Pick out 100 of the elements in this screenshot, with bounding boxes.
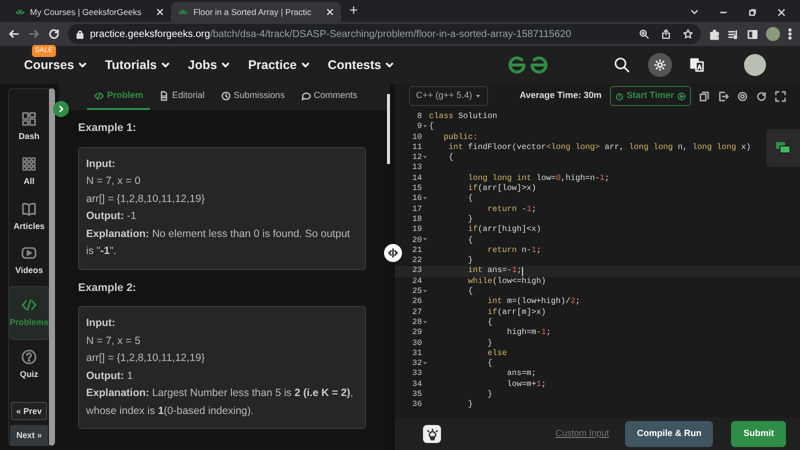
- fold-icon[interactable]: [423, 124, 428, 128]
- line-number: 27: [412, 308, 422, 318]
- sidebar-item[interactable]: Dash: [9, 107, 50, 147]
- document-icon: [159, 91, 170, 101]
- line-number: 16: [412, 194, 422, 205]
- star-icon[interactable]: [683, 29, 693, 39]
- fold-icon[interactable]: [423, 320, 428, 324]
- chat-button[interactable]: [766, 129, 800, 167]
- submit-button[interactable]: Submit: [731, 421, 786, 447]
- input-line: arr[] = {1,2,8,10,11,12,19}: [86, 351, 206, 366]
- nav-menu-item[interactable]: Courses: [24, 56, 88, 74]
- back-icon[interactable]: [8, 28, 20, 40]
- zoom-icon[interactable]: [639, 29, 649, 39]
- dashboard-icon: [21, 111, 38, 127]
- scrollbar[interactable]: [387, 94, 390, 164]
- compile-run-button[interactable]: Compile & Run: [624, 421, 714, 447]
- media-queue-icon[interactable]: [728, 28, 739, 40]
- resize-handle[interactable]: [384, 244, 402, 262]
- code-line: long long int low=0,high=n-1;: [467, 174, 610, 184]
- line-number: 19: [412, 225, 422, 236]
- input-label: Input:: [86, 316, 116, 331]
- line-number: 29: [412, 328, 422, 339]
- restore-icon[interactable]: [748, 8, 757, 17]
- browser-tab[interactable]: My Courses | GeeksforGeeks: [8, 2, 172, 22]
- code-line: return -1;: [486, 204, 536, 215]
- nav-menu-item[interactable]: Contests: [328, 56, 394, 74]
- fold-icon[interactable]: [423, 237, 428, 242]
- logo[interactable]: [508, 55, 548, 75]
- line-number: 10: [412, 132, 422, 143]
- code-line: return n-1;: [486, 246, 542, 256]
- fold-icon[interactable]: [423, 288, 428, 293]
- resize-arrows-icon: [387, 248, 400, 258]
- fold-icon[interactable]: [423, 360, 428, 365]
- sidebar-item[interactable]: Videos: [9, 241, 50, 281]
- side-panel-icon[interactable]: [747, 28, 758, 40]
- reload-icon[interactable]: [48, 28, 60, 40]
- grid-icon: [21, 156, 38, 172]
- sidebar-item[interactable]: All: [9, 152, 50, 192]
- language-select[interactable]: C++ (g++ 5.4): [409, 86, 488, 106]
- copy-icon[interactable]: [698, 90, 710, 102]
- fold-icon[interactable]: [423, 155, 428, 160]
- sidebar-item[interactable]: Quiz: [9, 344, 50, 384]
- clock-icon: [220, 91, 231, 101]
- expand-button[interactable]: [53, 101, 69, 117]
- video-icon: [21, 245, 38, 262]
- code-line: while(low<=high): [467, 276, 546, 287]
- next-button[interactable]: Next »: [10, 425, 48, 446]
- avatar[interactable]: [744, 54, 766, 76]
- sidebar-item[interactable]: Articles: [9, 196, 50, 236]
- line-number: 32: [412, 359, 422, 370]
- new-tab-button[interactable]: +: [349, 2, 358, 20]
- translate-icon[interactable]: [690, 58, 704, 72]
- fold-icon[interactable]: [423, 196, 428, 200]
- input-line: N = 7, x = 5: [86, 334, 142, 348]
- sidebar-item[interactable]: Problems: [9, 286, 50, 340]
- puzzle-icon[interactable]: [709, 28, 720, 40]
- line-number: 34: [412, 380, 422, 390]
- code-line: public:: [442, 132, 478, 143]
- nav-menu-item[interactable]: Practice: [248, 56, 310, 74]
- code-line: {: [467, 194, 473, 205]
- example-heading: Example 1:: [78, 121, 138, 136]
- site-icon: [15, 8, 25, 16]
- refresh-icon[interactable]: [756, 90, 767, 102]
- start-timer-button[interactable]: Start Timer: [610, 86, 691, 106]
- theme-toggle[interactable]: [648, 53, 672, 77]
- close-icon[interactable]: [156, 8, 164, 16]
- close-icon[interactable]: [777, 8, 786, 17]
- avatar[interactable]: [766, 27, 780, 41]
- input-label: Input:: [86, 156, 116, 172]
- exit-icon[interactable]: [718, 90, 729, 102]
- problem-tab[interactable]: Editorial: [152, 84, 212, 110]
- code-line: high=m-1;: [506, 328, 551, 339]
- problem-tab[interactable]: Submissions: [214, 84, 292, 110]
- chat-icon: [774, 141, 791, 155]
- line-number: 30: [412, 338, 422, 349]
- line-number: 33: [412, 369, 422, 380]
- line-number: 28: [412, 318, 422, 328]
- browser-tab[interactable]: Floor in a Sorted Array | Practic: [171, 2, 342, 22]
- code-line: }: [486, 338, 492, 349]
- line-number: 36: [412, 400, 422, 411]
- site-icon: [178, 8, 188, 16]
- nav-menu-item[interactable]: Tutorials: [105, 56, 170, 74]
- caret-icon: [474, 92, 481, 99]
- explanation-text: Explanation: Largest Number less than 5 is 2 (i.e K = 2), whose index is 1(0-based indexing).: [86, 386, 354, 418]
- line-number: 20: [412, 236, 422, 246]
- prev-button[interactable]: « Prev: [11, 402, 47, 420]
- share-icon[interactable]: [661, 29, 671, 39]
- close-icon[interactable]: [326, 8, 334, 16]
- search-icon[interactable]: [614, 57, 630, 73]
- lock-icon: [76, 30, 84, 38]
- problem-tab[interactable]: Comments: [294, 84, 364, 110]
- problem-tab[interactable]: Problem: [87, 84, 150, 110]
- nav-menu-item[interactable]: Jobs: [188, 56, 230, 74]
- address-bar[interactable]: practice.geeksforgeeks.org/batch/dsa-4/track/DSASP-Searching/problem/floor-in-a-sorted-array-1587115620: [68, 24, 701, 44]
- menu-icon[interactable]: [788, 28, 792, 40]
- chevron-down-icon: [160, 60, 170, 70]
- expand-icon[interactable]: [774, 90, 786, 102]
- hint-button[interactable]: [423, 425, 442, 443]
- chevron-down-icon[interactable]: [690, 8, 699, 17]
- custom-input-link[interactable]: Custom Input: [549, 426, 615, 442]
